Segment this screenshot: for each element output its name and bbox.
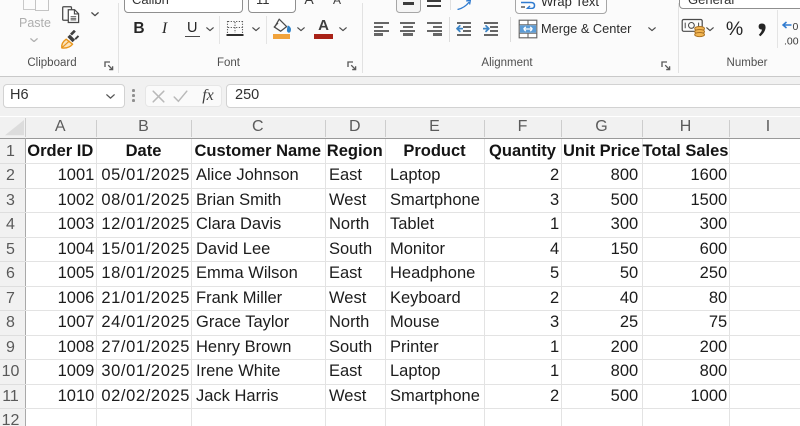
svg-text:0: 0 <box>793 21 799 33</box>
svg-text:.00: .00 <box>784 36 799 47</box>
